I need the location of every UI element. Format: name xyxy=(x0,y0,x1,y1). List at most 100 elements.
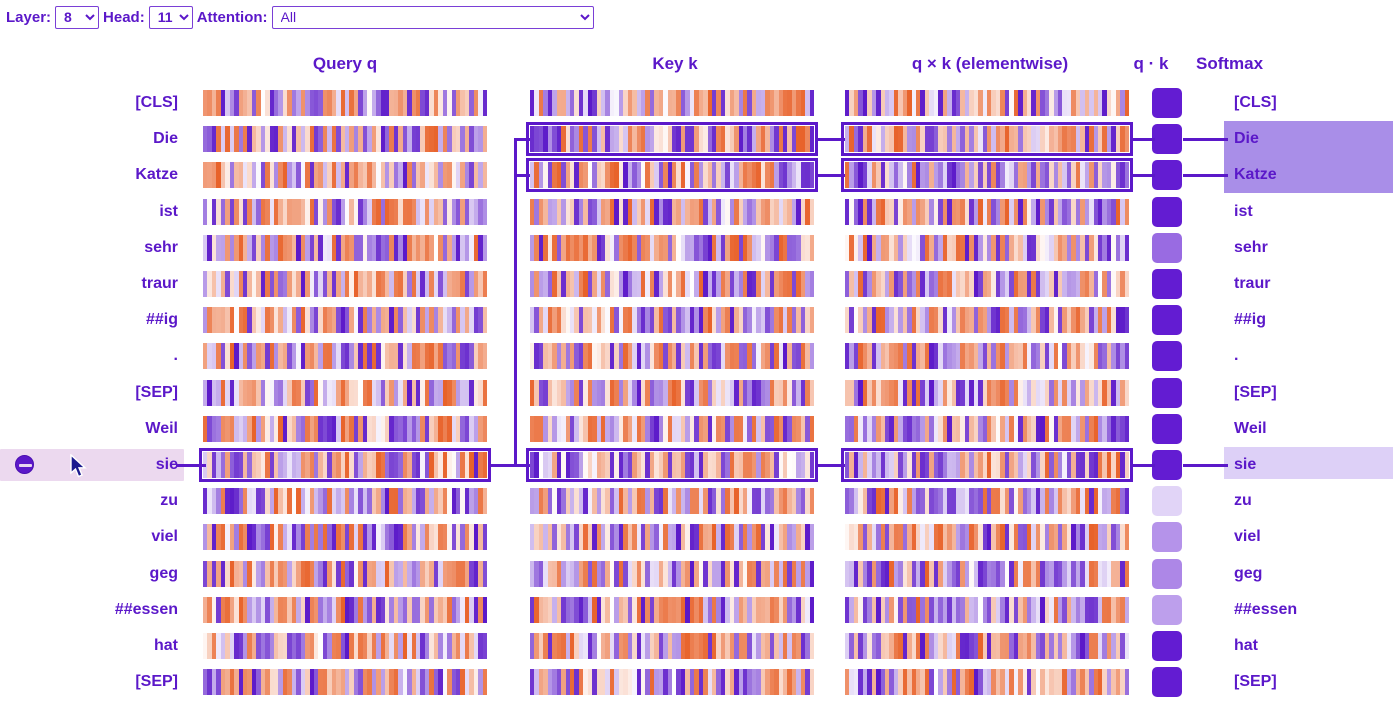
product-vector-viel[interactable] xyxy=(845,524,1129,551)
query-vector-ist[interactable] xyxy=(203,198,487,225)
dot-product-cell-sie[interactable] xyxy=(1152,450,1182,480)
softmax-token-zu[interactable]: zu xyxy=(1230,483,1393,519)
query-token-cls[interactable]: [CLS] xyxy=(0,85,178,121)
query-vector-die[interactable] xyxy=(203,126,487,153)
product-vector-sep[interactable] xyxy=(845,379,1129,406)
product-vector-punct[interactable] xyxy=(845,343,1129,370)
softmax-token-geg[interactable]: geg xyxy=(1230,556,1393,592)
query-token-punct[interactable]: . xyxy=(0,338,178,374)
key-vector-traur[interactable] xyxy=(530,271,814,297)
product-vector-sep[interactable] xyxy=(845,669,1129,696)
query-vector-geg[interactable] xyxy=(203,560,487,587)
key-vector-hat[interactable] xyxy=(530,633,814,659)
key-vector-geg[interactable] xyxy=(530,560,814,587)
softmax-token-sehr[interactable]: sehr xyxy=(1230,230,1393,266)
query-vector-traur[interactable] xyxy=(203,271,487,297)
product-vector-sie[interactable] xyxy=(841,448,1133,482)
key-vector-sie[interactable] xyxy=(526,448,818,482)
query-vector-sehr[interactable] xyxy=(203,234,487,261)
softmax-token-katze[interactable]: Katze xyxy=(1230,157,1393,193)
query-token-geg[interactable]: geg xyxy=(0,556,178,592)
dot-product-cell-geg[interactable] xyxy=(1152,558,1182,589)
query-vector-sep[interactable] xyxy=(203,379,487,406)
key-vector-sep[interactable] xyxy=(530,379,814,406)
dot-product-cell-zu[interactable] xyxy=(1152,486,1182,517)
query-vector-hat[interactable] xyxy=(203,633,487,659)
product-vector-cls[interactable] xyxy=(845,90,1129,116)
product-vector-essen[interactable] xyxy=(845,596,1129,623)
softmax-token-cls[interactable]: [CLS] xyxy=(1230,85,1393,121)
query-token-ist[interactable]: ist xyxy=(0,194,178,230)
dot-product-cell-sep[interactable] xyxy=(1152,667,1182,698)
query-vector-punct[interactable] xyxy=(203,343,487,370)
softmax-token-traur[interactable]: traur xyxy=(1230,266,1393,302)
query-token-sep[interactable]: [SEP] xyxy=(0,664,178,700)
softmax-token-hat[interactable]: hat xyxy=(1230,628,1393,664)
key-vector-sehr[interactable] xyxy=(530,234,814,261)
query-token-katze[interactable]: Katze xyxy=(0,157,178,193)
query-vector-cls[interactable] xyxy=(203,90,487,116)
key-vector-sep[interactable] xyxy=(530,669,814,696)
query-token-hat[interactable]: hat xyxy=(0,628,178,664)
product-vector-katze[interactable] xyxy=(841,158,1133,193)
query-vector-weil[interactable] xyxy=(203,415,487,442)
softmax-token-sep[interactable]: [SEP] xyxy=(1230,375,1393,411)
dot-product-cell-katze[interactable] xyxy=(1152,160,1182,191)
product-vector-traur[interactable] xyxy=(845,271,1129,297)
key-vector-punct[interactable] xyxy=(530,343,814,370)
query-vector-viel[interactable] xyxy=(203,524,487,551)
product-vector-ig[interactable] xyxy=(845,307,1129,334)
dot-product-cell-hat[interactable] xyxy=(1152,631,1182,661)
query-token-weil[interactable]: Weil xyxy=(0,411,178,447)
key-vector-essen[interactable] xyxy=(530,596,814,623)
key-vector-die[interactable] xyxy=(526,122,818,157)
softmax-token-sep[interactable]: [SEP] xyxy=(1230,664,1393,700)
query-token-viel[interactable]: viel xyxy=(0,519,178,555)
softmax-token-die[interactable]: Die xyxy=(1230,121,1393,157)
query-vector-essen[interactable] xyxy=(203,596,487,623)
dot-product-cell-sep[interactable] xyxy=(1152,377,1182,408)
query-token-die[interactable]: Die xyxy=(0,121,178,157)
key-vector-ist[interactable] xyxy=(530,198,814,225)
query-vector-zu[interactable] xyxy=(203,488,487,515)
product-vector-ist[interactable] xyxy=(845,198,1129,225)
collapse-circle-icon[interactable] xyxy=(15,455,34,474)
query-vector-ig[interactable] xyxy=(203,307,487,334)
softmax-token-weil[interactable]: Weil xyxy=(1230,411,1393,447)
product-vector-weil[interactable] xyxy=(845,415,1129,442)
key-vector-viel[interactable] xyxy=(530,524,814,551)
dot-product-cell-viel[interactable] xyxy=(1152,522,1182,553)
query-vector-katze[interactable] xyxy=(203,162,487,189)
query-vector-sie[interactable] xyxy=(199,448,491,482)
product-vector-geg[interactable] xyxy=(845,560,1129,587)
dot-product-cell-ist[interactable] xyxy=(1152,196,1182,227)
key-vector-ig[interactable] xyxy=(530,307,814,334)
product-vector-die[interactable] xyxy=(841,122,1133,157)
product-vector-sehr[interactable] xyxy=(845,234,1129,261)
softmax-token-ist[interactable]: ist xyxy=(1230,194,1393,230)
key-vector-weil[interactable] xyxy=(530,415,814,442)
softmax-token-viel[interactable]: viel xyxy=(1230,519,1393,555)
softmax-token-sie[interactable]: sie xyxy=(1230,447,1393,483)
key-vector-zu[interactable] xyxy=(530,488,814,515)
query-token-sep[interactable]: [SEP] xyxy=(0,375,178,411)
dot-product-cell-punct[interactable] xyxy=(1152,341,1182,372)
query-token-essen[interactable]: ##essen xyxy=(0,592,178,628)
query-vector-sep[interactable] xyxy=(203,669,487,696)
query-token-ig[interactable]: ##ig xyxy=(0,302,178,338)
query-token-sehr[interactable]: sehr xyxy=(0,230,178,266)
query-token-traur[interactable]: traur xyxy=(0,266,178,302)
product-vector-zu[interactable] xyxy=(845,488,1129,515)
softmax-token-essen[interactable]: ##essen xyxy=(1230,592,1393,628)
product-vector-hat[interactable] xyxy=(845,633,1129,659)
dot-product-cell-essen[interactable] xyxy=(1152,594,1182,625)
key-vector-katze[interactable] xyxy=(526,158,818,193)
dot-product-cell-die[interactable] xyxy=(1152,124,1182,155)
dot-product-cell-weil[interactable] xyxy=(1152,413,1182,444)
query-token-zu[interactable]: zu xyxy=(0,483,178,519)
dot-product-cell-sehr[interactable] xyxy=(1152,232,1182,263)
key-vector-cls[interactable] xyxy=(530,90,814,116)
dot-product-cell-ig[interactable] xyxy=(1152,305,1182,336)
dot-product-cell-cls[interactable] xyxy=(1152,88,1182,118)
softmax-token-punct[interactable]: . xyxy=(1230,338,1393,374)
